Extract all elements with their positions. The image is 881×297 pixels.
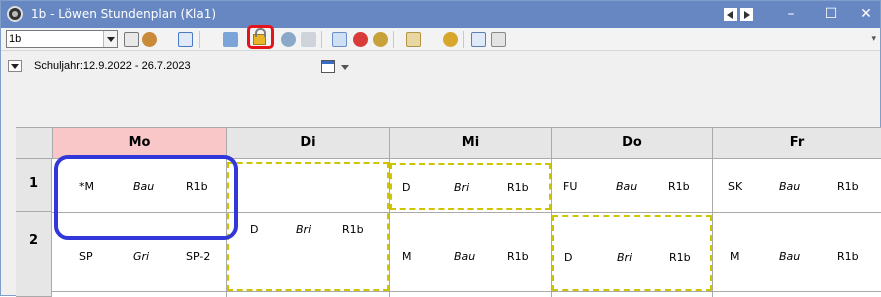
toolbar-separator: [321, 31, 322, 48]
lesson-di-1-2[interactable]: D Bri R1b: [227, 162, 389, 291]
lesson-subject: D: [564, 251, 573, 264]
transfer-icon[interactable]: [223, 32, 238, 47]
calendar-icon: [321, 60, 335, 73]
day-header-di[interactable]: Di: [227, 127, 390, 159]
pencil-icon[interactable]: [332, 32, 347, 47]
link-icon[interactable]: [281, 32, 296, 47]
lesson-teacher: Bau: [454, 250, 476, 263]
lesson-room: R1b: [507, 181, 529, 194]
lock-icon[interactable]: [253, 28, 266, 45]
lesson-fr-1[interactable]: SK Bau R1b: [713, 159, 881, 212]
group-icon[interactable]: [142, 32, 157, 47]
minimize-button[interactable]: –: [771, 1, 811, 28]
selection-highlight-ring: [54, 155, 238, 240]
class-select[interactable]: 1b: [6, 30, 118, 48]
lesson-subject: SK: [728, 180, 743, 193]
lesson-teacher: Bau: [779, 180, 801, 193]
lesson-teacher: Bau: [779, 250, 801, 263]
day-header-mi[interactable]: Mi: [390, 127, 552, 159]
next-icon[interactable]: [740, 8, 753, 21]
lesson-subject: M: [402, 250, 412, 263]
lesson-room: SP-2: [186, 250, 211, 263]
lesson-subject: M: [730, 250, 740, 263]
toolbar-separator: [393, 31, 394, 48]
lesson-room: R1b: [837, 180, 859, 193]
day-header-fr[interactable]: Fr: [713, 127, 881, 159]
chevron-down-icon: [341, 65, 349, 70]
lesson-teacher: Bri: [454, 181, 470, 194]
chevron-down-icon[interactable]: [103, 31, 117, 47]
lesson-teacher: Gri: [133, 250, 150, 263]
title-bar: 1b - Löwen Stundenplan (Kla1) – ☐ ✕: [1, 1, 880, 28]
lesson-room: R1b: [669, 251, 691, 264]
period-number: 2: [16, 212, 52, 297]
export-icon[interactable]: [471, 32, 486, 47]
lesson-subject: SP: [79, 250, 93, 263]
toolbar-separator: [199, 31, 200, 48]
lesson-room: R1b: [342, 223, 364, 236]
lesson-do-1[interactable]: FU Bau R1b: [552, 159, 712, 212]
lesson-teacher: Bri: [296, 223, 312, 236]
lesson-teacher: Bau: [616, 180, 638, 193]
app-icon[interactable]: [7, 6, 23, 22]
search-icon[interactable]: [353, 32, 368, 47]
lesson-do-2[interactable]: D Bri R1b: [552, 215, 712, 291]
lesson-room: R1b: [507, 250, 529, 263]
gear-icon[interactable]: [443, 32, 458, 47]
day-header-do[interactable]: Do: [552, 127, 713, 159]
lesson-room: R1b: [837, 250, 859, 263]
lesson-mi-1[interactable]: D Bri R1b: [390, 163, 551, 210]
document-icon[interactable]: [406, 32, 421, 47]
list-icon[interactable]: [491, 32, 506, 47]
timetable-window: 1b - Löwen Stundenplan (Kla1) – ☐ ✕ 1b ▾: [0, 0, 881, 297]
school-year-bar: Schuljahr:12.9.2022 - 26.7.2023: [1, 52, 880, 96]
spinner-icon[interactable]: [124, 32, 139, 47]
grid-line: [52, 291, 881, 292]
lesson-subject: FU: [563, 180, 578, 193]
toolbar-separator: [463, 31, 464, 48]
grid-icon[interactable]: [178, 32, 193, 47]
collapse-icon[interactable]: [8, 60, 22, 72]
toolbar: 1b ▾: [1, 28, 880, 51]
lesson-teacher: Bri: [617, 251, 633, 264]
school-year-label: Schuljahr:12.9.2022 - 26.7.2023: [34, 60, 191, 72]
lesson-subject: D: [250, 223, 259, 236]
lesson-mi-2[interactable]: M Bau R1b: [390, 212, 551, 291]
lesson-fr-2[interactable]: M Bau R1b: [713, 212, 881, 291]
overflow-icon[interactable]: ▾: [871, 34, 876, 44]
maximize-button[interactable]: ☐: [811, 1, 851, 28]
undo-icon[interactable]: [301, 32, 316, 47]
previous-icon[interactable]: [724, 8, 737, 21]
lesson-subject: D: [402, 181, 411, 194]
corner-cell: [16, 127, 53, 159]
period-number: 1: [16, 159, 52, 212]
class-select-value: 1b: [9, 33, 22, 45]
lesson-room: R1b: [668, 180, 690, 193]
close-button[interactable]: ✕: [846, 1, 881, 28]
calendar-button[interactable]: [321, 58, 355, 76]
window-title: 1b - Löwen Stundenplan (Kla1): [31, 7, 217, 21]
users-icon[interactable]: [373, 32, 388, 47]
